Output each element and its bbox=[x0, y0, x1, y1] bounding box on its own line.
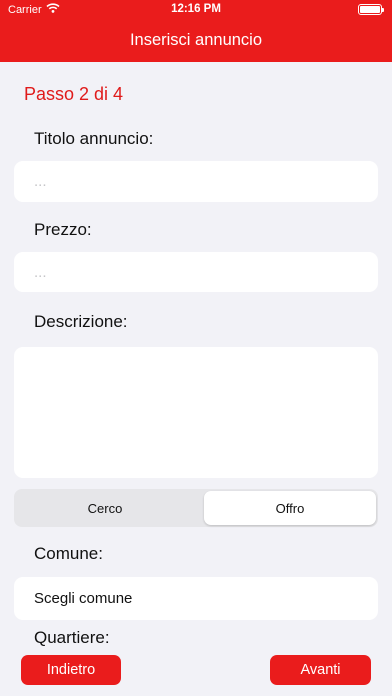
description-textarea[interactable] bbox=[14, 347, 378, 478]
back-button[interactable]: Indietro bbox=[21, 655, 121, 685]
comune-label: Comune: bbox=[34, 544, 103, 563]
search-offer-segmented-control: Cerco Offro bbox=[14, 489, 378, 527]
status-bar: Carrier 12:16 PM bbox=[0, 0, 392, 20]
quartiere-label: Quartiere: bbox=[34, 628, 110, 647]
status-time: 12:16 PM bbox=[171, 3, 221, 15]
price-label: Prezzo: bbox=[34, 220, 92, 239]
next-button[interactable]: Avanti bbox=[270, 655, 371, 685]
comune-value: Scegli comune bbox=[34, 590, 133, 607]
step-indicator: Passo 2 di 4 bbox=[24, 84, 124, 104]
description-label: Descrizione: bbox=[34, 312, 128, 331]
comune-select[interactable]: Scegli comune bbox=[14, 577, 378, 620]
segment-offro[interactable]: Offro bbox=[204, 491, 376, 525]
title-input[interactable] bbox=[14, 161, 378, 202]
price-input[interactable] bbox=[14, 252, 378, 292]
battery-icon bbox=[358, 4, 384, 15]
segment-cerco[interactable]: Cerco bbox=[16, 491, 194, 525]
title-label: Titolo annuncio: bbox=[34, 129, 154, 148]
nav-header: Carrier 12:16 PM Inserisci annuncio bbox=[0, 0, 392, 62]
page-title: Inserisci annuncio bbox=[129, 31, 263, 49]
